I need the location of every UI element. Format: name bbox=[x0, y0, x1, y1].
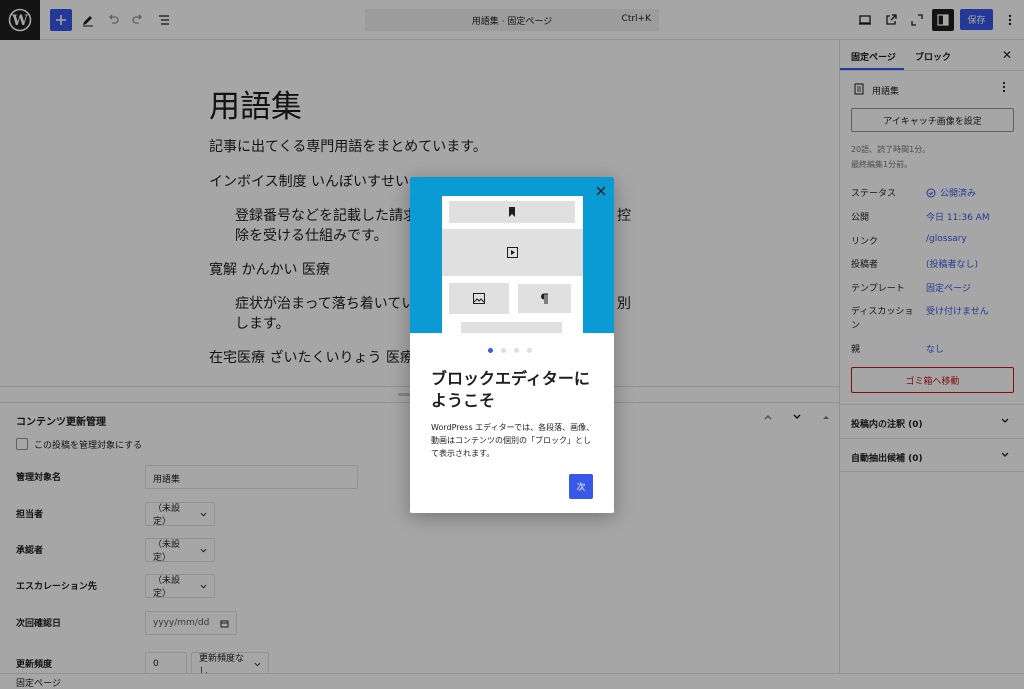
close-icon[interactable] bbox=[592, 182, 610, 200]
next-button[interactable]: 次 bbox=[569, 474, 593, 499]
welcome-guide-modal: ブロックエディターに ようこそ WordPress エディターでは、各段落、画像… bbox=[410, 177, 614, 513]
paragraph-icon bbox=[518, 284, 571, 313]
step-indicator bbox=[488, 348, 532, 353]
step-dot[interactable] bbox=[501, 348, 506, 353]
modal-heading: ブロックエディターに ようこそ bbox=[431, 368, 601, 412]
step-dot[interactable] bbox=[527, 348, 532, 353]
bookmark-icon bbox=[449, 201, 575, 223]
illustration-panel bbox=[442, 196, 583, 333]
text-block-placeholder bbox=[461, 322, 562, 333]
step-dot[interactable] bbox=[514, 348, 519, 353]
modal-description: WordPress エディターでは、各段落、画像、動画はコンテンツの個別の「ブロ… bbox=[431, 423, 595, 458]
welcome-illustration bbox=[410, 177, 614, 333]
heading-line-2: ようこそ bbox=[431, 391, 496, 410]
step-dot-active[interactable] bbox=[488, 348, 493, 353]
heading-line-1: ブロックエディターに bbox=[431, 369, 590, 388]
image-icon bbox=[449, 283, 509, 314]
video-icon bbox=[442, 229, 583, 276]
